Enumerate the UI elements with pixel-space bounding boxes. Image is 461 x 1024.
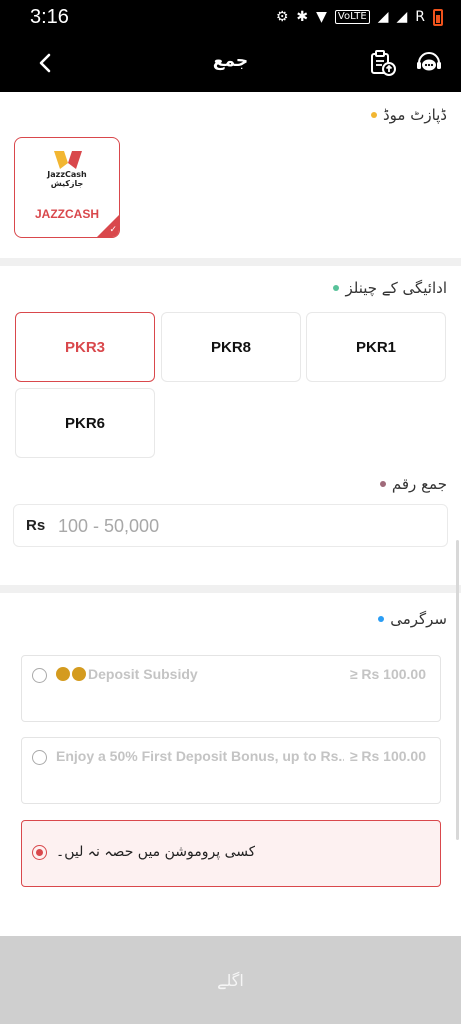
amount-input[interactable] xyxy=(58,511,438,541)
channel-option-pkr6[interactable]: PKR6 xyxy=(15,388,155,458)
payment-channels-title: ادائیگی کے چینلز xyxy=(345,279,447,297)
promo-minimum: ≥ Rs 100.00 xyxy=(349,748,426,764)
promo-text: Enjoy a 50% First Deposit Bonus, up to R… xyxy=(56,748,344,764)
promo-text: کسی پروموشن میں حصہ نہ لیں۔ xyxy=(56,844,256,860)
section-dot xyxy=(379,481,386,487)
jazzcash-logo-text-ur: جازکیش xyxy=(50,179,84,188)
activity-title: سرگرمی xyxy=(390,610,447,628)
section-divider xyxy=(0,585,461,593)
deposit-amount-title: جمع رقم xyxy=(391,475,447,493)
section-divider xyxy=(0,258,461,266)
signal-icon-2: ◢ xyxy=(396,9,408,25)
jazzcash-logo-text-en: JazzCash xyxy=(47,170,87,179)
roaming-indicator: R xyxy=(415,9,425,25)
checkmark-icon: ✓ xyxy=(109,225,117,235)
deposit-mode-title: ڈپازٹ موڈ xyxy=(382,106,447,124)
app-header: جمع xyxy=(0,34,461,92)
section-dot xyxy=(333,285,340,291)
promo-option-first-deposit-bonus[interactable]: Enjoy a 50% First Deposit Bonus, up to R… xyxy=(21,737,441,804)
radio-button[interactable] xyxy=(32,750,47,765)
chat-support-icon xyxy=(417,52,441,71)
jazzcash-logo-text: JazzCash جازکیش xyxy=(15,170,119,188)
scrollbar[interactable] xyxy=(456,540,459,840)
signal-icon: ◢ xyxy=(377,9,389,25)
deposit-amount-label: جمع رقم xyxy=(379,475,447,493)
promo-text: Deposit Subsidy xyxy=(56,666,198,682)
radio-button-selected[interactable] xyxy=(32,845,47,860)
channel-option-pkr1[interactable]: PKR1 xyxy=(306,312,446,382)
dnd-icon: ✱ xyxy=(296,9,309,25)
currency-label: Rs xyxy=(26,517,46,534)
wifi-icon: ▼ xyxy=(316,9,327,25)
volte-indicator: VoLTE xyxy=(334,10,370,24)
battery-icon xyxy=(433,8,443,26)
settings-icon: ⚙ xyxy=(275,9,289,25)
amount-field: Rs xyxy=(13,504,448,547)
status-icons: ⚙ ✱ ▼ VoLTE ◢ ◢ R xyxy=(275,8,443,26)
section-dot xyxy=(370,112,377,118)
channel-option-pkr8[interactable]: PKR8 xyxy=(161,312,301,382)
promo-minimum: ≥ Rs 100.00 xyxy=(349,666,426,682)
money-bag-icon xyxy=(72,667,86,681)
money-bag-icon xyxy=(56,667,70,681)
deposit-mode-label: ڈپازٹ موڈ xyxy=(370,106,447,124)
status-bar: 3:16 ⚙ ✱ ▼ VoLTE ◢ ◢ R xyxy=(0,0,461,34)
next-button[interactable]: اگلے xyxy=(0,936,461,1024)
customer-service-button[interactable] xyxy=(414,48,444,78)
promo-title: Deposit Subsidy xyxy=(88,666,198,682)
promo-option-deposit-subsidy[interactable]: Deposit Subsidy ≥ Rs 100.00 xyxy=(21,655,441,722)
deposit-history-button[interactable] xyxy=(368,48,398,78)
radio-button[interactable] xyxy=(32,668,47,683)
deposit-method-jazzcash[interactable]: JazzCash جازکیش JAZZCASH ✓ xyxy=(14,137,120,238)
section-dot xyxy=(378,616,385,622)
clipboard-upload-icon xyxy=(371,50,396,76)
payment-channels-label: ادائیگی کے چینلز xyxy=(333,279,447,297)
activity-label: سرگرمی xyxy=(378,610,447,628)
channel-option-pkr3[interactable]: PKR3 xyxy=(15,312,155,382)
status-time: 3:16 xyxy=(30,5,69,28)
promo-option-no-promotion[interactable]: کسی پروموشن میں حصہ نہ لیں۔ xyxy=(21,820,441,887)
